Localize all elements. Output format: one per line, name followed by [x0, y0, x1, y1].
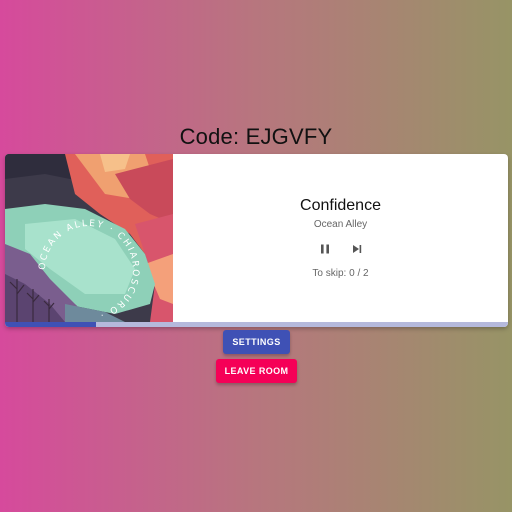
progress-fill [5, 322, 96, 327]
room-code: Code: EJGVFY [179, 124, 333, 149]
track-title: Confidence [300, 197, 381, 214]
player-card: OCEAN ALLEY · CHIAROSCURO · Confidence O… [5, 154, 508, 327]
playback-controls [173, 240, 508, 258]
skip-next-icon [352, 245, 361, 253]
progress-bar [5, 322, 508, 327]
album-art: OCEAN ALLEY · CHIAROSCURO · [5, 154, 173, 322]
pause-icon [320, 244, 329, 254]
skip-next-button[interactable] [348, 240, 366, 258]
pause-button[interactable] [316, 240, 334, 258]
skip-count: To skip: 0 / 2 [312, 268, 369, 279]
settings-button[interactable]: SETTINGS [223, 330, 290, 354]
track-info: Confidence Ocean Alley To skip: 0 / 2 [173, 154, 508, 322]
track-artist: Ocean Alley [313, 219, 368, 230]
leave-room-button[interactable]: LEAVE ROOM [216, 359, 297, 383]
